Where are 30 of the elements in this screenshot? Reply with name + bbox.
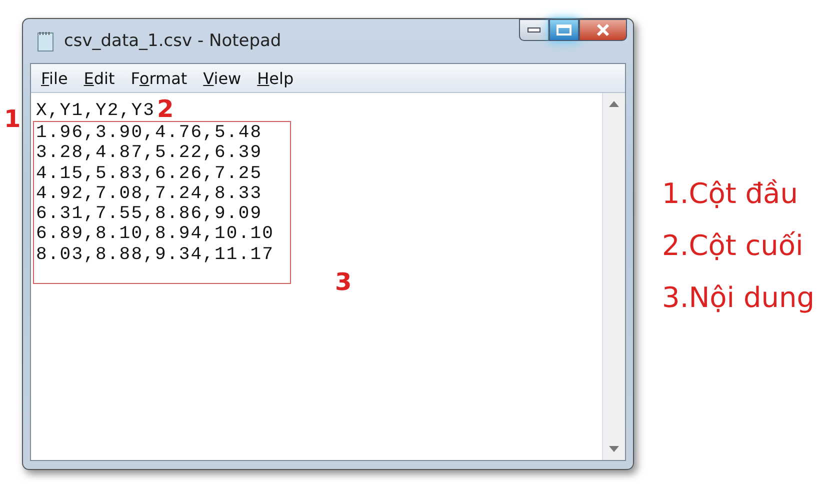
annotation-number: 1: [4, 107, 21, 131]
scroll-down-icon[interactable]: [609, 446, 619, 452]
annotation-number: 2: [157, 97, 174, 121]
close-icon: [595, 23, 611, 37]
text-line: 6.89,8.10,8.94,10.10: [36, 224, 276, 245]
minimize-icon: [527, 27, 541, 33]
maximize-icon: [556, 24, 572, 36]
annotation-number: 3: [335, 270, 352, 294]
legend-text: 1.Cột đầu: [662, 177, 799, 210]
menu-item[interactable]: Edit: [78, 66, 121, 90]
text-line: 1.96,3.90,4.76,5.48: [36, 123, 264, 144]
text-line: 3.28,4.87,5.22,6.39: [36, 143, 264, 164]
menu-item[interactable]: File: [35, 66, 74, 90]
text-line: 4.15,5.83,6.26,7.25: [36, 164, 264, 184]
minimize-button[interactable]: [519, 19, 549, 41]
text-line: 8.03,8.88,9.34,11.17: [36, 244, 276, 266]
maximize-button[interactable]: [549, 19, 579, 41]
legend-text: 2.Cột cuối: [662, 229, 804, 262]
legend-text: 3.Nội dung: [662, 281, 815, 314]
text-line: 4.92,7.08,7.24,8.33: [36, 184, 264, 204]
menu-item[interactable]: Format: [124, 66, 194, 90]
scrollbar[interactable]: [602, 93, 625, 460]
notepad-icon: [36, 30, 56, 52]
menu-item[interactable]: View: [197, 66, 248, 90]
scroll-up-icon[interactable]: [609, 101, 619, 107]
window-title: csv_data_1.csv - Notepad: [64, 31, 282, 51]
menu-item[interactable]: Help: [251, 66, 300, 90]
text-line: X,Y1,Y2,Y3: [36, 100, 156, 121]
text-line: 6.31,7.55,8.86,9.09: [36, 204, 264, 224]
close-button[interactable]: [579, 19, 627, 41]
